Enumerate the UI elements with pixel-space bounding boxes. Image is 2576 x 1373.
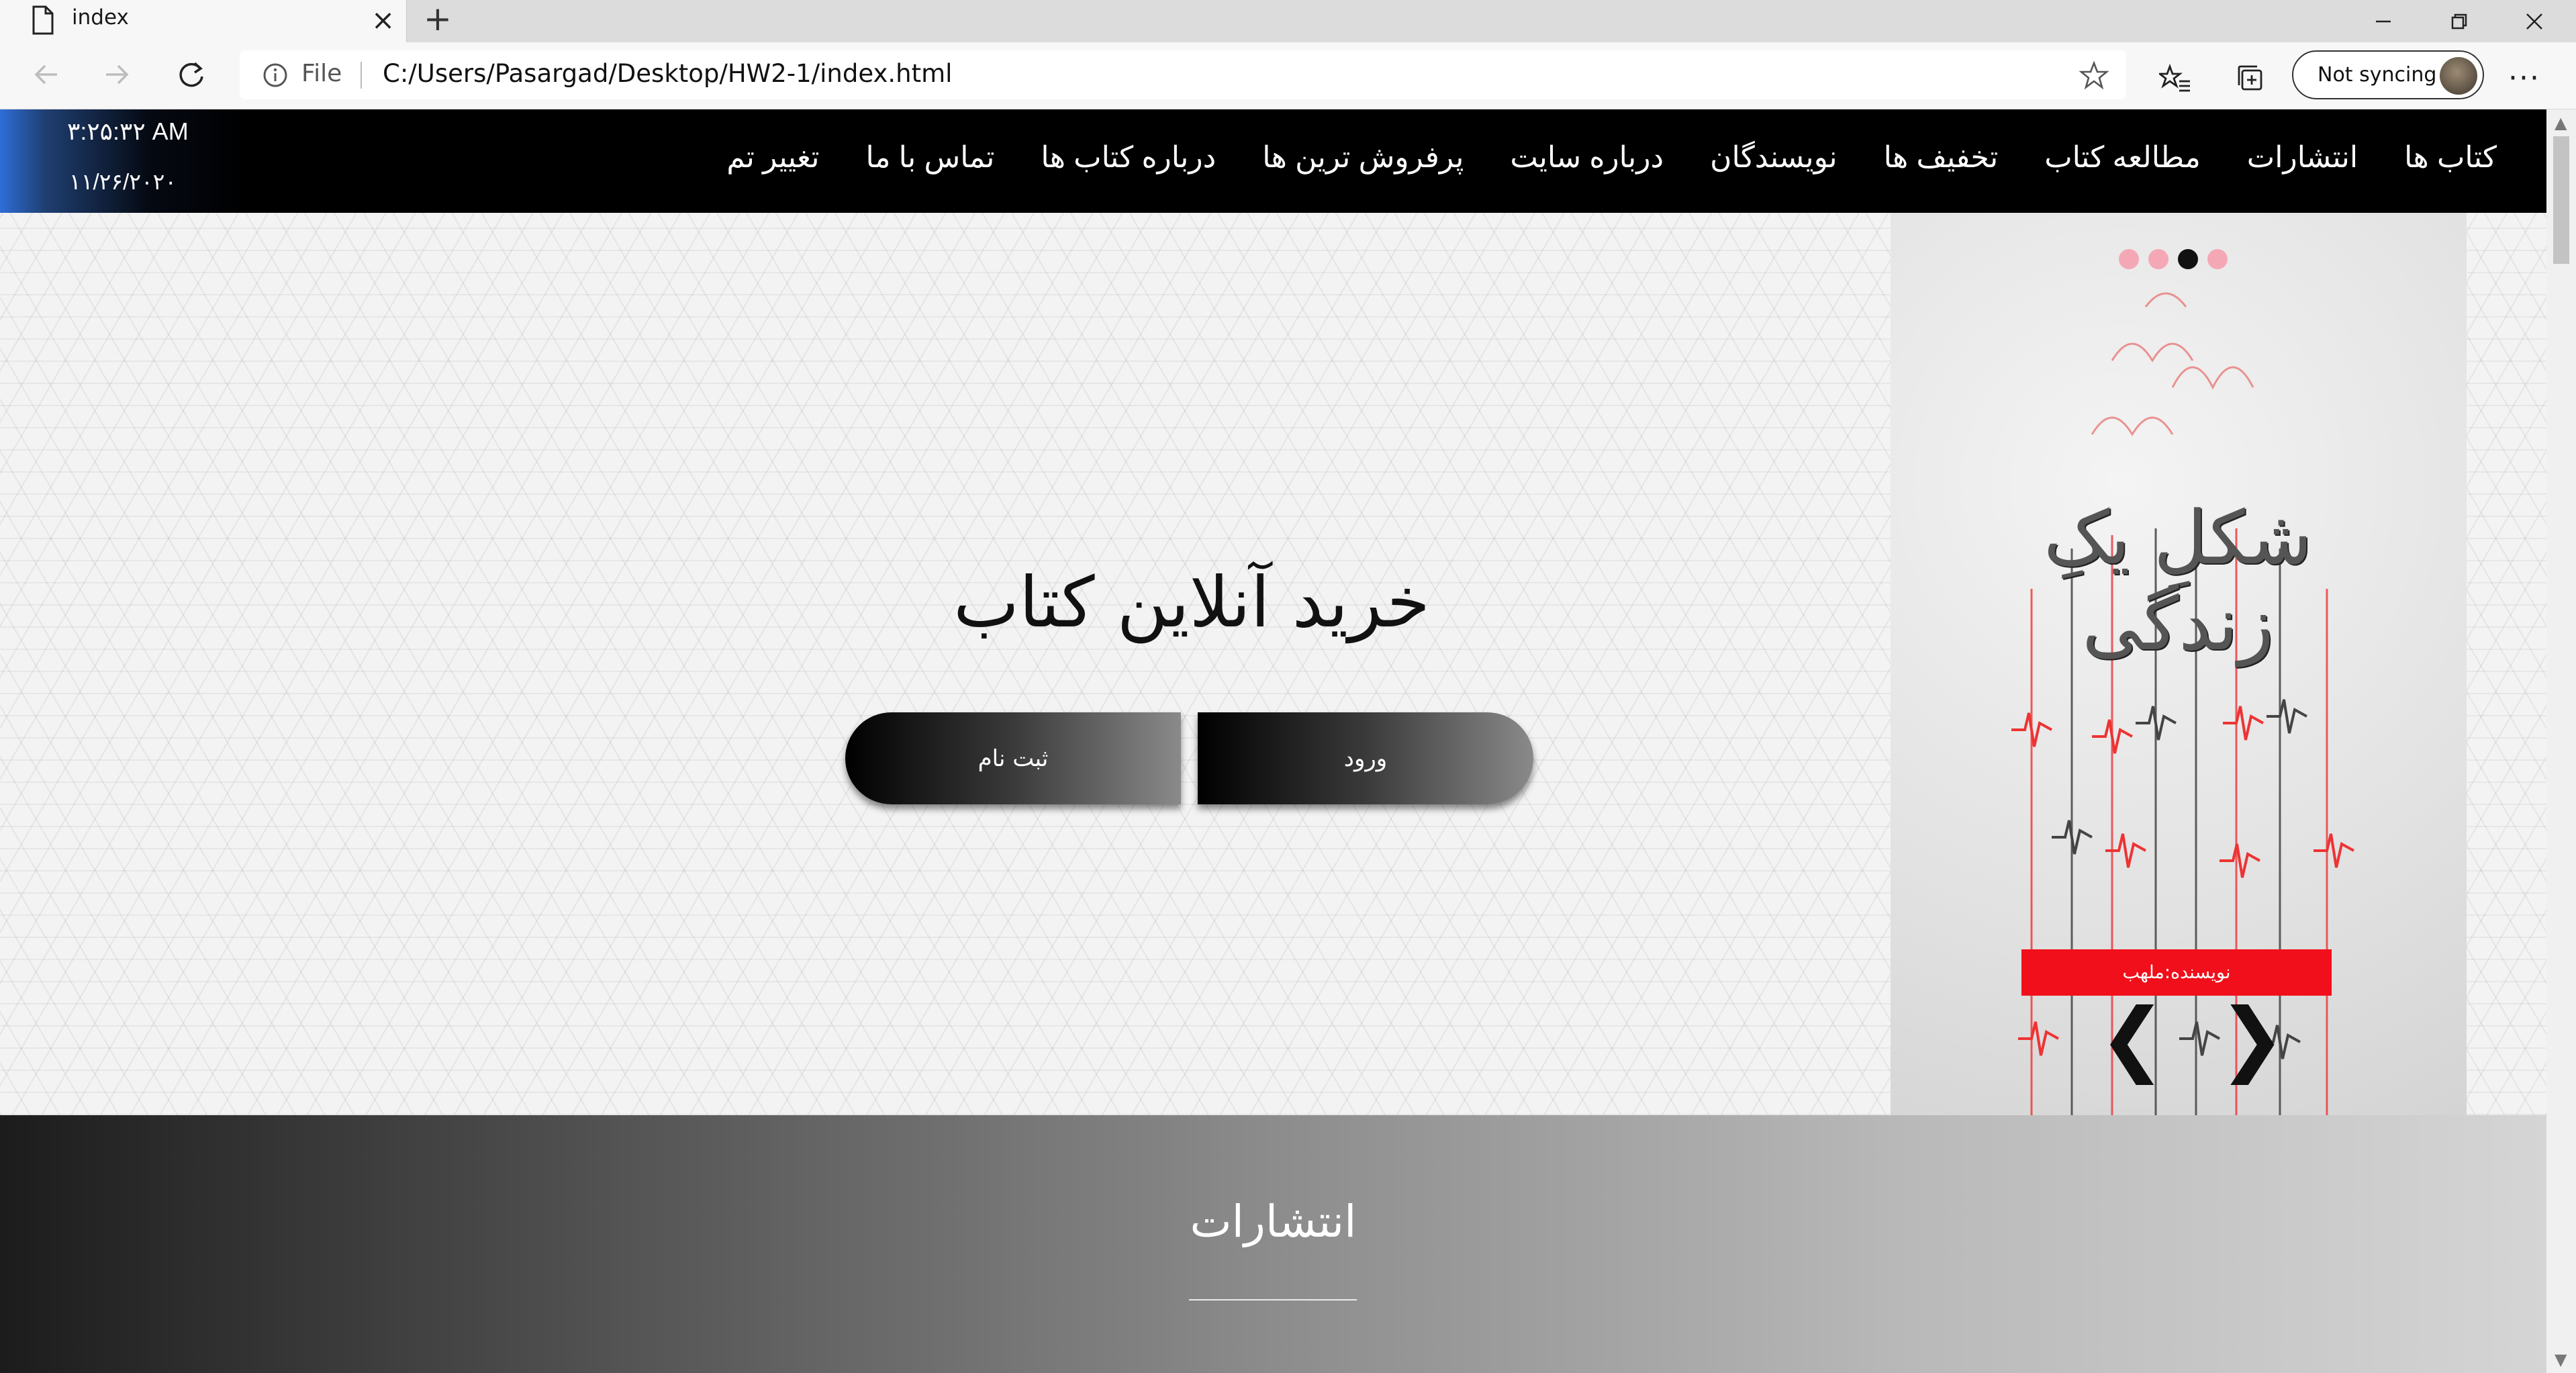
address-separator [361,62,362,89]
favorite-star-icon[interactable] [2079,60,2109,90]
clock-date: ۱۱/۲۶/۲۰۲۰ [69,169,177,194]
slide-dot[interactable] [2207,249,2228,269]
nav-link-change-theme[interactable]: تغییر تم [726,140,819,175]
address-bar[interactable]: File C:/Users/Pasargad/Desktop/HW2-1/ind… [240,50,2126,99]
collections-icon[interactable] [2234,62,2267,95]
back-icon[interactable] [25,53,68,96]
address-url[interactable]: C:/Users/Pasargad/Desktop/HW2-1/index.ht… [383,59,952,88]
signup-button[interactable]: ثبت نام [845,712,1181,804]
nav-link-bestsellers[interactable]: پرفروش ترین ها [1262,140,1464,175]
tab-close-icon[interactable]: × [371,3,395,37]
publications-section: انتشارات [0,1115,2546,1373]
scroll-down-icon[interactable]: ▼ [2555,1350,2567,1369]
nav-link-read-book[interactable]: مطالعه کتاب [2044,140,2201,175]
nav-link-discounts[interactable]: تخفیف ها [1884,140,1999,175]
favorites-icon[interactable] [2159,62,2191,95]
minimize-icon[interactable] [2346,0,2420,42]
nav-links: کتاب ها انتشارات مطالعه کتاب تخفیف ها نو… [726,140,2497,175]
slide-indicators [2119,249,2228,269]
sync-label: Not syncing [2318,63,2437,87]
address-scheme: File [301,60,342,87]
nav-link-about-books[interactable]: درباره کتاب ها [1041,140,1216,175]
profile-avatar [2440,57,2477,95]
nav-link-about-site[interactable]: درباره سایت [1510,140,1664,175]
tab-title: index [72,5,129,30]
book-cover-title: شکلِ یکِ زندگی [2043,495,2313,667]
nav-link-books[interactable]: کتاب ها [2404,140,2497,175]
site-navbar: ۳:۲۵:۳۲ AM ۱۱/۲۶/۲۰۲۰ کتاب ها انتشارات م… [0,109,2546,213]
slider-next-icon[interactable]: ❯ [2218,998,2286,1079]
browser-tab[interactable]: index × [0,0,407,42]
browser-toolbar: File C:/Users/Pasargad/Desktop/HW2-1/ind… [0,42,2576,109]
nav-link-contact[interactable]: تماس با ما [865,140,994,175]
book-author-label: نویسنده:ملهب [2021,949,2332,996]
info-icon[interactable] [262,62,289,89]
hero-section: خرید آنلاین کتاب ثبت نام ورود شکلِ یکِ ز… [0,213,2546,1115]
forward-icon[interactable] [95,53,138,96]
publications-divider [1189,1299,1357,1300]
restore-icon[interactable] [2422,0,2496,42]
scrollbar-thumb[interactable] [2553,136,2569,264]
nav-link-authors[interactable]: نویسندگان [1710,140,1838,175]
tab-strip: index × + [0,0,2576,42]
close-window-icon[interactable] [2497,0,2571,42]
slider-prev-icon[interactable]: ❮ [2099,998,2166,1079]
more-options-icon[interactable]: ··· [2508,61,2540,95]
page-icon [32,5,54,35]
slide-dot[interactable] [2119,249,2139,269]
profile-sync-button[interactable]: Not syncing [2292,50,2484,99]
page-scrollbar[interactable]: ▲ ▼ [2546,109,2576,1373]
page-viewport: ۳:۲۵:۳۲ AM ۱۱/۲۶/۲۰۲۰ کتاب ها انتشارات م… [0,109,2546,1373]
refresh-icon[interactable] [170,53,213,96]
hero-title: خرید آنلاین کتاب [953,561,1430,643]
slide-dot[interactable] [2148,249,2168,269]
slide-dot-active[interactable] [2178,249,2198,269]
login-button[interactable]: ورود [1198,712,1533,804]
publications-title: انتشارات [1190,1196,1357,1247]
book-slider: شکلِ یکِ زندگی نویسنده:ملهب ❮ ❯ [1891,213,2467,1115]
clock-widget: ۳:۲۵:۳۲ AM ۱۱/۲۶/۲۰۲۰ [0,109,248,213]
scroll-up-icon[interactable]: ▲ [2555,113,2567,132]
nav-link-publications[interactable]: انتشارات [2247,140,2358,175]
clock-time: ۳:۲۵:۳۲ AM [67,117,189,145]
new-tab-icon[interactable]: + [424,0,452,38]
